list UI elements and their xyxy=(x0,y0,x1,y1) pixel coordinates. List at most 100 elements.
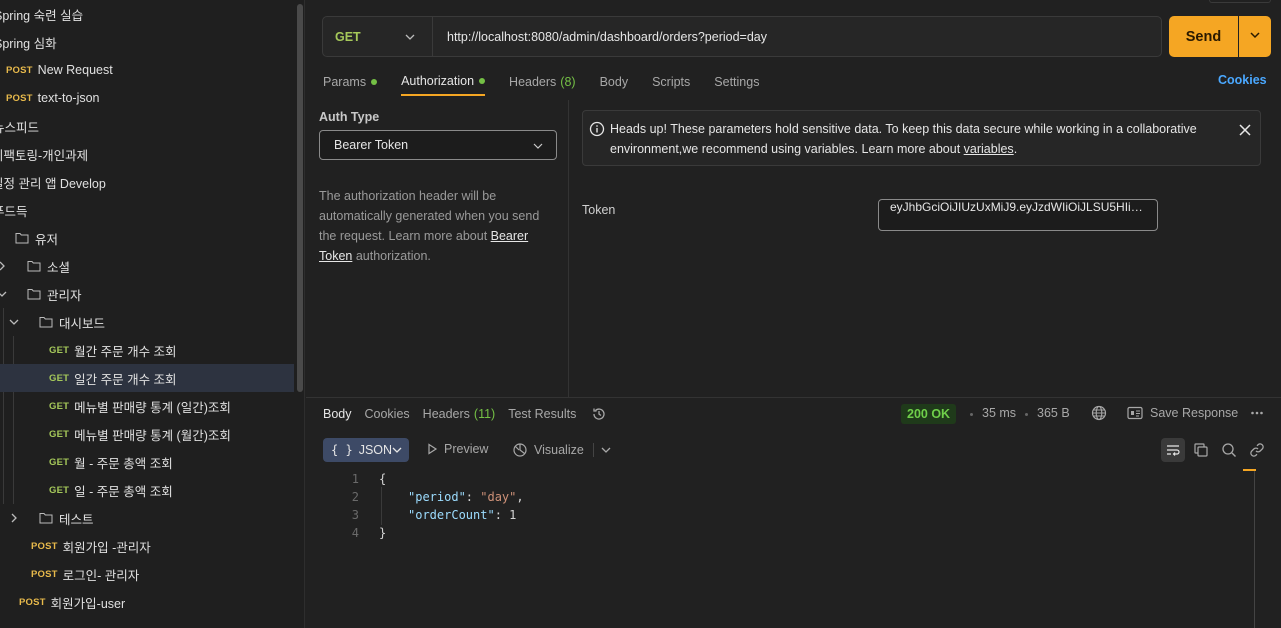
json-value: "day" xyxy=(480,490,517,504)
sidebar-request-monthly-orders[interactable]: GET 월간 주문 개수 조회 xyxy=(0,336,294,364)
search-icon[interactable] xyxy=(1221,442,1237,461)
play-icon xyxy=(426,443,438,455)
modified-dot xyxy=(479,78,486,84)
method-badge: GET xyxy=(49,456,70,468)
code-text: } xyxy=(379,526,387,540)
save-response-icon[interactable] xyxy=(1127,406,1143,423)
auth-type-select[interactable]: Bearer Token xyxy=(319,130,557,160)
auth-type-label: Auth Type xyxy=(319,110,380,124)
sidebar-item-label: 리팩토링-개인과제 xyxy=(0,148,89,163)
sidebar-item-spring-advanced[interactable]: Spring 심화 xyxy=(0,28,294,56)
wrap-lines-button[interactable] xyxy=(1161,438,1185,462)
method-badge: GET xyxy=(49,344,70,356)
tab-params[interactable]: Params xyxy=(323,68,378,96)
separator xyxy=(592,443,594,457)
close-icon[interactable] xyxy=(1238,123,1252,140)
sidebar-item-label: 회원가입-user xyxy=(50,596,126,611)
sidebar-request-daily-total[interactable]: GET 일 - 주문 총액 조회 xyxy=(0,476,294,504)
method-badge: POST xyxy=(31,568,58,580)
sidebar-request-monthly-total[interactable]: GET 월 - 주문 총액 조회 xyxy=(0,448,294,476)
sidebar-item-label: 일 - 주문 총액 조회 xyxy=(74,484,173,499)
sidebar-request-menu-monthly[interactable]: GET 메뉴별 판매량 통계 (월간)조회 xyxy=(0,420,294,448)
modified-dot xyxy=(371,79,378,85)
status-badge[interactable]: 200 OK xyxy=(901,404,957,424)
link-icon[interactable] xyxy=(1249,442,1265,461)
tab-test-results[interactable]: Test Results xyxy=(508,407,576,421)
response-time[interactable]: 35 ms xyxy=(982,406,1016,420)
sidebar-request-menu-daily[interactable]: GET 메뉴별 판매량 통계 (일간)조회 xyxy=(0,392,294,420)
visualize-button[interactable]: Visualize xyxy=(512,442,612,458)
method-select[interactable]: GET xyxy=(323,17,433,56)
sidebar-request-admin-signup[interactable]: POST 회원가입 -관리자 xyxy=(0,532,294,560)
tab-body[interactable]: Body xyxy=(600,68,629,96)
json-key: "period" xyxy=(408,490,466,504)
tab-label: Authorization xyxy=(401,74,475,88)
sidebar-item-schedule-app[interactable]: 일정 관리 앱 Develop xyxy=(0,168,294,196)
code-text: { xyxy=(379,472,387,486)
globe-icon[interactable] xyxy=(1091,405,1107,424)
chevron-down-icon[interactable] xyxy=(8,316,20,328)
tab-label: Body xyxy=(323,407,352,421)
sidebar-request-text-to-json[interactable]: POST text-to-json xyxy=(0,84,294,112)
alert-end: . xyxy=(1013,142,1018,156)
chevron-right-icon[interactable] xyxy=(8,512,20,524)
sidebar-scrollbar[interactable] xyxy=(297,4,303,392)
format-select[interactable]: { } JSON xyxy=(323,438,409,462)
tab-settings[interactable]: Settings xyxy=(714,68,759,96)
sidebar-item-refactoring[interactable]: 리팩토링-개인과제 xyxy=(0,140,294,168)
request-tabs: Params Authorization Headers (8) Body Scr… xyxy=(323,68,783,98)
preview-label: Preview xyxy=(444,442,489,456)
tab-authorization[interactable]: Authorization xyxy=(401,68,486,96)
tab-response-body[interactable]: Body xyxy=(323,407,352,421)
copy-icon[interactable] xyxy=(1193,442,1209,461)
save-response-button[interactable]: Save Response xyxy=(1150,406,1238,420)
sidebar-folder-test[interactable]: 테스트 xyxy=(0,504,294,532)
sidebar-folder-social[interactable]: 소셜 xyxy=(0,252,294,280)
line-number: 3 xyxy=(351,508,359,522)
method-badge: GET xyxy=(49,428,70,440)
tab-headers[interactable]: Headers (8) xyxy=(509,68,576,96)
response-size[interactable]: 365 B xyxy=(1037,406,1070,420)
sidebar-folder-admin[interactable]: 관리자 xyxy=(0,280,294,308)
token-label: Token xyxy=(582,203,616,217)
code-line: 1{ xyxy=(323,470,386,488)
preview-button[interactable]: Preview xyxy=(426,442,488,456)
chevron-down-icon xyxy=(532,140,544,155)
alert-message: Heads up! These parameters hold sensitiv… xyxy=(610,122,1197,156)
tab-label: Params xyxy=(323,75,367,89)
send-button[interactable]: Send xyxy=(1169,16,1238,57)
variables-link[interactable]: variables xyxy=(964,142,1014,156)
sidebar-request-admin-login[interactable]: POST 로그인- 관리자 xyxy=(0,560,294,588)
pane-divider[interactable] xyxy=(306,397,1281,398)
sidebar-request-new-request[interactable]: POST New Request xyxy=(0,56,294,84)
url-input[interactable]: http://localhost:8080/admin/dashboard/or… xyxy=(433,30,767,44)
chevron-down-icon[interactable] xyxy=(0,288,8,300)
tab-response-cookies[interactable]: Cookies xyxy=(365,407,410,421)
auth-type-value: Bearer Token xyxy=(334,138,409,152)
cookies-link[interactable]: Cookies xyxy=(1218,73,1267,87)
folder-icon xyxy=(27,288,41,300)
chevron-right-icon[interactable] xyxy=(0,260,8,272)
sidebar-item-fooddeuk[interactable]: 푸드득 xyxy=(0,196,294,224)
send-options-button[interactable] xyxy=(1239,16,1271,57)
history-icon[interactable] xyxy=(591,406,607,422)
method-value: GET xyxy=(335,29,361,44)
sidebar-request-daily-orders[interactable]: GET 일간 주문 개수 조회 xyxy=(0,364,294,392)
line-number: 4 xyxy=(351,526,359,540)
token-input[interactable]: eyJhbGciOiJIUzUxMiJ9.eyJzdWIiOiJLSU5HIiw… xyxy=(878,199,1158,231)
sidebar-folder-user[interactable]: 유저 xyxy=(0,224,294,252)
sidebar-item-newsfeed[interactable]: 뉴스피드 xyxy=(0,112,294,140)
tab-label: Settings xyxy=(714,75,760,89)
tab-label: Scripts xyxy=(652,75,691,89)
sidebar-item-spring-practice[interactable]: Spring 숙련 실습 xyxy=(0,0,294,28)
separator-dot xyxy=(1025,413,1028,416)
tab-response-headers[interactable]: Headers (11) xyxy=(423,407,496,421)
tab-scripts[interactable]: Scripts xyxy=(652,68,690,96)
more-options-icon[interactable] xyxy=(1250,406,1264,423)
sidebar-folder-dashboard[interactable]: 대시보드 xyxy=(0,308,294,336)
sidebar-request-user-signup[interactable]: POST 회원가입-user xyxy=(0,588,294,616)
chevron-down-icon[interactable] xyxy=(600,444,612,456)
tab-count: (11) xyxy=(473,407,496,421)
auth-description: The authorization header will be automat… xyxy=(319,186,559,266)
response-body-viewer[interactable]: 1{ 2 "period": "day", 3 "orderCount": 1 4} xyxy=(323,470,1253,628)
